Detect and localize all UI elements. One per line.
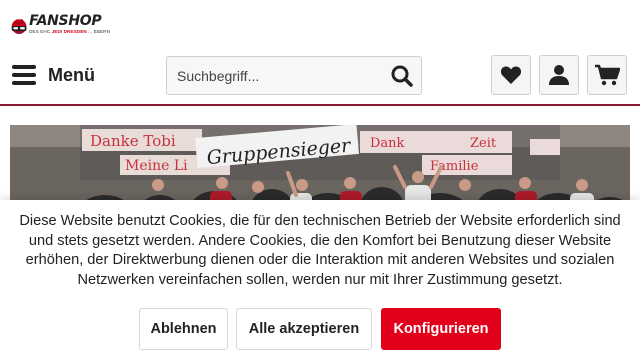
shop-logo[interactable]: FANSHOP DES EHC JEDI DRESDEN ... EBERN: [10, 10, 110, 44]
banner-text: Dank: [370, 136, 405, 151]
wishlist-button[interactable]: [491, 55, 531, 95]
cart-button[interactable]: [587, 55, 627, 95]
account-button[interactable]: [539, 55, 579, 95]
search-icon: [391, 65, 413, 87]
mascot-logo-icon: [11, 18, 27, 34]
search-input[interactable]: [167, 57, 383, 94]
logo-name: FANSHOP: [29, 13, 102, 29]
search-bar: [166, 56, 422, 95]
cart-icon: [595, 64, 620, 86]
cookie-consent-banner: Diese Website benutzt Cookies, die für d…: [0, 200, 640, 360]
hamburger-icon: [12, 65, 36, 85]
menu-label: Menü: [48, 64, 95, 85]
heart-icon: [500, 66, 522, 84]
configure-cookies-button[interactable]: Konfigurieren: [381, 308, 501, 350]
user-icon: [549, 65, 569, 85]
search-button[interactable]: [383, 57, 421, 94]
cookie-consent-text: Diese Website benutzt Cookies, die für d…: [19, 213, 621, 288]
banner-text: Danke Tobi: [90, 132, 176, 150]
menu-button[interactable]: Menü: [12, 63, 95, 87]
decline-cookies-button[interactable]: Ablehnen: [139, 308, 228, 350]
logo-tagline: DES EHC JEDI DRESDEN ... EBERN: [29, 29, 110, 34]
header-divider: [0, 104, 640, 106]
banner-text: Meine Li: [125, 158, 188, 174]
banner-text: Zeit: [470, 136, 497, 151]
accept-all-cookies-button[interactable]: Alle akzeptieren: [236, 308, 372, 350]
